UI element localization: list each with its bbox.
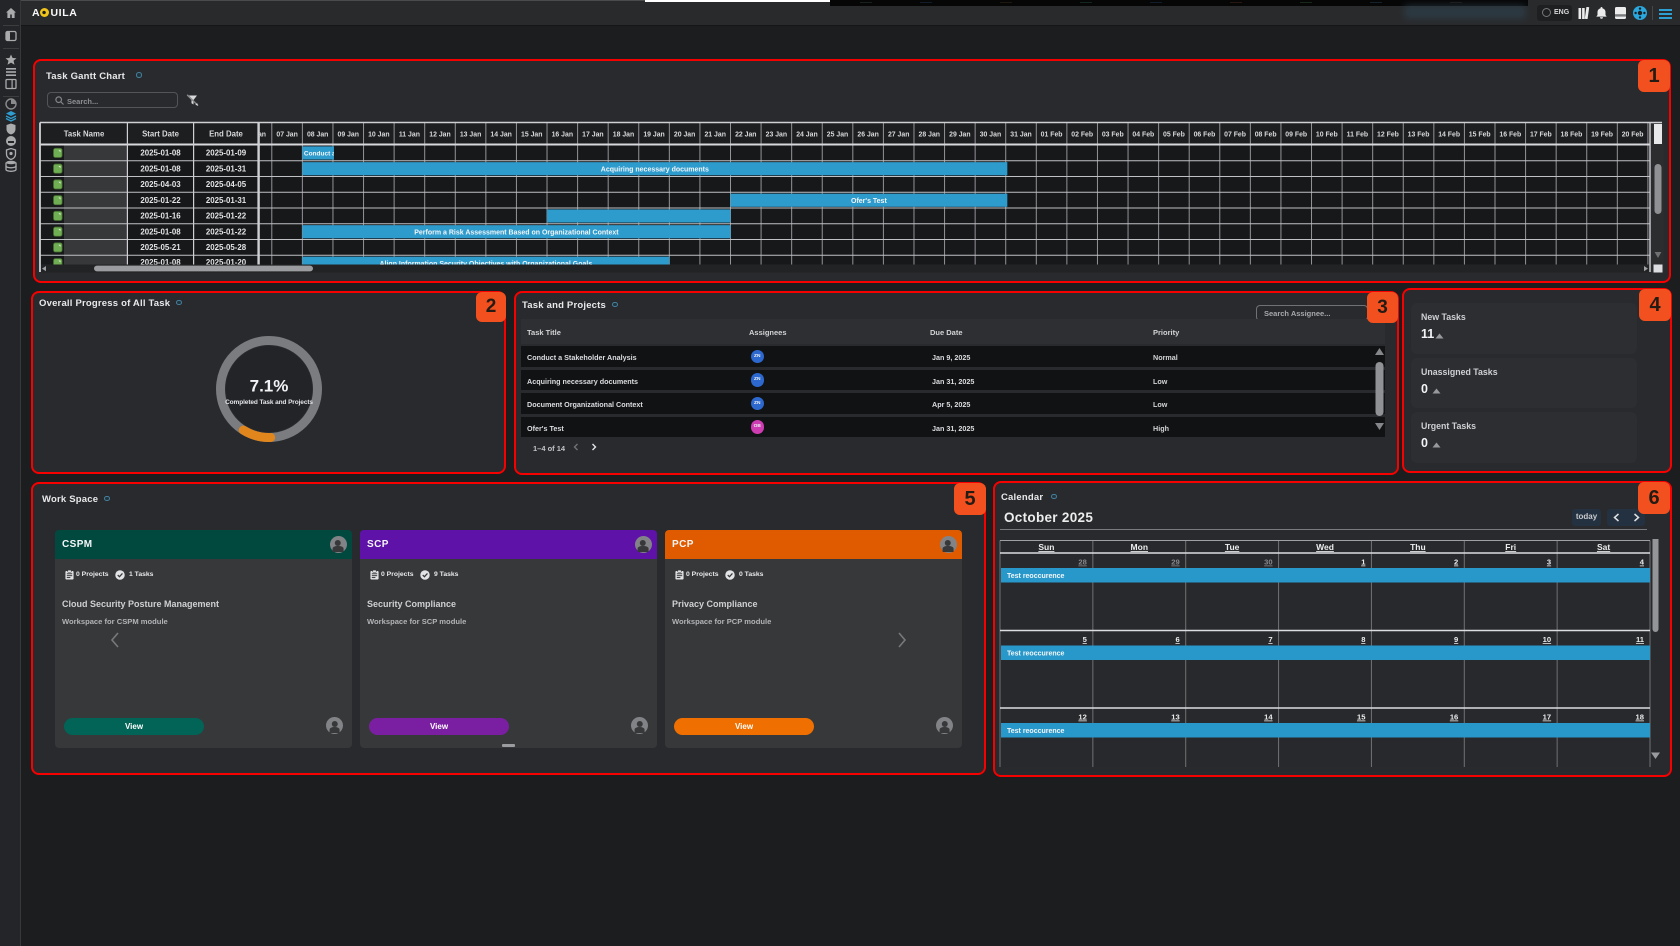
svg-text:2025-05-28: 2025-05-28 bbox=[206, 243, 247, 252]
svg-text:08 Feb: 08 Feb bbox=[1255, 132, 1277, 139]
svg-text:11 Jan: 11 Jan bbox=[399, 132, 420, 139]
svg-text:2025-01-31: 2025-01-31 bbox=[206, 164, 247, 173]
svg-text:01 Feb: 01 Feb bbox=[1041, 132, 1063, 139]
svg-text:2025-01-08: 2025-01-08 bbox=[140, 149, 181, 158]
svg-text:20 Jan: 20 Jan bbox=[674, 132, 695, 139]
svg-text:8: 8 bbox=[1361, 635, 1365, 644]
svg-text:2025-04-05: 2025-04-05 bbox=[206, 180, 247, 189]
svg-text:08 Jan: 08 Jan bbox=[307, 132, 328, 139]
svg-text:02 Feb: 02 Feb bbox=[1071, 132, 1093, 139]
svg-text:10 Jan: 10 Jan bbox=[368, 132, 389, 139]
svg-text:14: 14 bbox=[1264, 713, 1273, 722]
svg-text:09 Jan: 09 Jan bbox=[338, 132, 359, 139]
svg-text:17: 17 bbox=[1543, 713, 1551, 722]
svg-text:28: 28 bbox=[1078, 558, 1086, 567]
svg-text:Sun: Sun bbox=[1038, 542, 1054, 552]
svg-text:15 Feb: 15 Feb bbox=[1469, 132, 1491, 139]
svg-text:19 Jan: 19 Jan bbox=[643, 132, 664, 139]
svg-text:3: 3 bbox=[1547, 558, 1551, 567]
svg-text:12: 12 bbox=[1078, 713, 1086, 722]
svg-text:26 Jan: 26 Jan bbox=[857, 132, 878, 139]
svg-text:Fri: Fri bbox=[1505, 542, 1516, 552]
svg-text:Acquiring necessary documents: Acquiring necessary documents bbox=[601, 166, 709, 173]
svg-text:17 Jan: 17 Jan bbox=[582, 132, 603, 139]
svg-text:Ofer's Test: Ofer's Test bbox=[851, 198, 887, 205]
svg-text:2025-01-09: 2025-01-09 bbox=[206, 149, 247, 158]
svg-text:22 Jan: 22 Jan bbox=[735, 132, 756, 139]
svg-text:9: 9 bbox=[1454, 635, 1458, 644]
svg-text:7: 7 bbox=[1268, 635, 1272, 644]
svg-text:Perform a Risk Assessment Base: Perform a Risk Assessment Based on Organ… bbox=[414, 229, 619, 236]
svg-text:11: 11 bbox=[1636, 635, 1645, 644]
svg-text:14 Jan: 14 Jan bbox=[490, 132, 511, 139]
svg-text:Tue: Tue bbox=[1225, 542, 1240, 552]
svg-text:15 Jan: 15 Jan bbox=[521, 132, 542, 139]
svg-text:Start Date: Start Date bbox=[142, 130, 179, 139]
svg-text:End Date: End Date bbox=[209, 130, 243, 139]
svg-text:2025-05-21: 2025-05-21 bbox=[140, 243, 181, 252]
svg-text:29: 29 bbox=[1171, 558, 1179, 567]
svg-text:09 Feb: 09 Feb bbox=[1285, 132, 1307, 139]
svg-text:10: 10 bbox=[1543, 635, 1551, 644]
svg-text:06 Feb: 06 Feb bbox=[1194, 132, 1216, 139]
svg-text:2025-04-03: 2025-04-03 bbox=[140, 180, 181, 189]
svg-text:14 Feb: 14 Feb bbox=[1438, 132, 1460, 139]
svg-text:30: 30 bbox=[1264, 558, 1272, 567]
svg-text:12 Jan: 12 Jan bbox=[429, 132, 450, 139]
svg-text:18 Feb: 18 Feb bbox=[1561, 132, 1583, 139]
svg-text:2025-01-22: 2025-01-22 bbox=[140, 196, 181, 205]
svg-text:2025-01-16: 2025-01-16 bbox=[140, 212, 181, 221]
svg-text:16 Jan: 16 Jan bbox=[552, 132, 573, 139]
svg-text:12 Feb: 12 Feb bbox=[1377, 132, 1399, 139]
svg-text:16 Feb: 16 Feb bbox=[1499, 132, 1521, 139]
svg-text:23 Jan: 23 Jan bbox=[766, 132, 787, 139]
svg-text:19 Feb: 19 Feb bbox=[1591, 132, 1613, 139]
svg-text:7.1%: 7.1% bbox=[250, 377, 289, 396]
svg-text:31 Jan: 31 Jan bbox=[1010, 132, 1031, 139]
svg-text:27 Jan: 27 Jan bbox=[888, 132, 909, 139]
svg-text:Wed: Wed bbox=[1316, 542, 1334, 552]
svg-text:07 Feb: 07 Feb bbox=[1224, 132, 1246, 139]
svg-text:2025-01-31: 2025-01-31 bbox=[206, 196, 247, 205]
svg-text:6: 6 bbox=[1175, 635, 1179, 644]
svg-text:2025-01-08: 2025-01-08 bbox=[140, 227, 181, 236]
svg-text:Test reoccurence: Test reoccurence bbox=[1007, 728, 1065, 735]
svg-text:Mon: Mon bbox=[1131, 542, 1148, 552]
svg-text:03 Feb: 03 Feb bbox=[1102, 132, 1124, 139]
svg-text:13 Feb: 13 Feb bbox=[1408, 132, 1430, 139]
svg-text:Sat: Sat bbox=[1597, 542, 1610, 552]
svg-text:2025-01-22: 2025-01-22 bbox=[206, 212, 247, 221]
svg-text:18: 18 bbox=[1636, 713, 1644, 722]
svg-text:15: 15 bbox=[1357, 713, 1366, 722]
svg-text:2025-01-22: 2025-01-22 bbox=[206, 227, 247, 236]
svg-text:25 Jan: 25 Jan bbox=[827, 132, 848, 139]
svg-text:Conduct a: Conduct a bbox=[304, 151, 336, 158]
svg-text:16: 16 bbox=[1450, 713, 1458, 722]
svg-text:2025-01-08: 2025-01-08 bbox=[140, 164, 181, 173]
svg-text:10 Feb: 10 Feb bbox=[1316, 132, 1338, 139]
svg-text:28 Jan: 28 Jan bbox=[919, 132, 940, 139]
svg-text:20 Feb: 20 Feb bbox=[1622, 132, 1644, 139]
svg-text:Task Name: Task Name bbox=[64, 130, 105, 139]
svg-text:24 Jan: 24 Jan bbox=[796, 132, 817, 139]
svg-text:21 Jan: 21 Jan bbox=[704, 132, 725, 139]
svg-text:29 Jan: 29 Jan bbox=[949, 132, 970, 139]
svg-text:Test reoccurence: Test reoccurence bbox=[1007, 650, 1065, 657]
svg-text:17 Feb: 17 Feb bbox=[1530, 132, 1552, 139]
svg-text:13 Jan: 13 Jan bbox=[460, 132, 481, 139]
svg-text:Thu: Thu bbox=[1410, 542, 1426, 552]
svg-text:05 Feb: 05 Feb bbox=[1163, 132, 1185, 139]
svg-text:Completed Task and Projects: Completed Task and Projects bbox=[225, 399, 313, 406]
svg-text:Test reoccurence: Test reoccurence bbox=[1007, 573, 1065, 580]
svg-text:04 Feb: 04 Feb bbox=[1132, 132, 1154, 139]
svg-text:11 Feb: 11 Feb bbox=[1347, 132, 1368, 139]
svg-text:30 Jan: 30 Jan bbox=[980, 132, 1001, 139]
svg-text:18 Jan: 18 Jan bbox=[613, 132, 634, 139]
svg-text:2: 2 bbox=[1454, 558, 1458, 567]
svg-text:07 Jan: 07 Jan bbox=[276, 132, 297, 139]
svg-text:13: 13 bbox=[1171, 713, 1179, 722]
